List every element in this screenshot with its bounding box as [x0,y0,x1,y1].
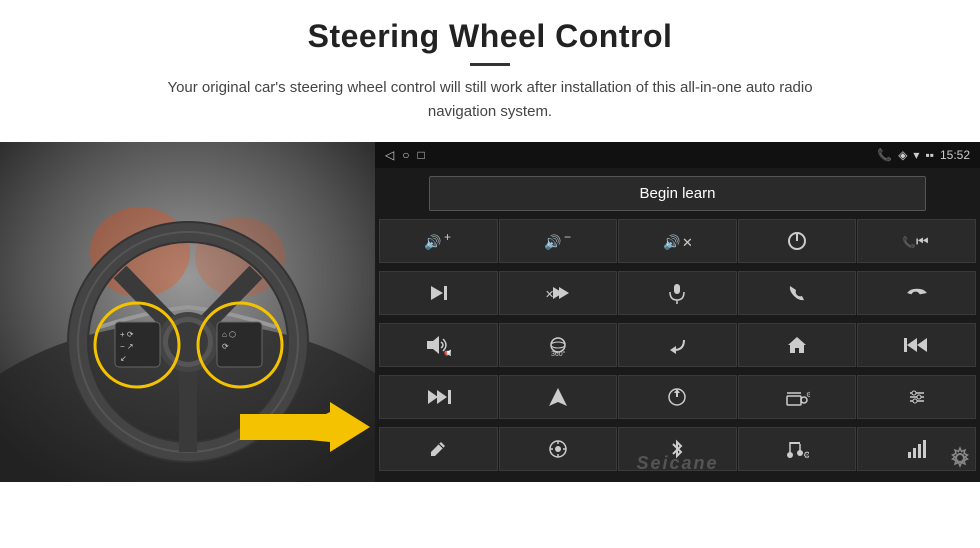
gear-icon[interactable] [948,446,972,476]
hangup-button[interactable] [857,271,976,315]
nav-button[interactable] [499,375,618,419]
svg-text:🔊: 🔊 [544,233,561,251]
speaker-button[interactable]: 📢 [379,323,498,367]
car-panel: + ⟳ − ↗ ↙ ⌂ ⬡ ⟳ [0,142,375,482]
status-right: 📞 ◈ ▾ ▪▪ 15:52 [877,148,970,162]
vol-down-button[interactable]: 🔊− [499,219,618,263]
skip-next-button[interactable] [379,271,498,315]
music-button[interactable]: ⚙ [738,427,857,471]
svg-text:⚙: ⚙ [806,391,810,399]
back-nav-icon[interactable]: ◁ [385,148,394,162]
subtitle: Your original car's steering wheel contr… [140,76,840,124]
fast-fwd-button[interactable] [379,375,498,419]
eq-button[interactable] [857,375,976,419]
svg-text:⌂ ⬡: ⌂ ⬡ [222,330,236,339]
car-steering-svg: + ⟳ − ↗ ↙ ⌂ ⬡ ⟳ [0,142,375,482]
content-row: + ⟳ − ↗ ↙ ⌂ ⬡ ⟳ [0,142,980,548]
status-bar: ◁ ○ □ 📞 ◈ ▾ ▪▪ 15:52 [375,142,980,168]
phone-prev-button[interactable]: 📞 ⏮ [857,219,976,263]
svg-text:+: + [444,231,451,244]
page-title: Steering Wheel Control [60,18,920,55]
status-left: ◁ ○ □ [385,148,425,162]
svg-text:⏮: ⏮ [916,233,929,249]
recents-nav-icon[interactable]: □ [417,148,424,162]
header-section: Steering Wheel Control Your original car… [0,0,980,134]
begin-learn-button[interactable]: Begin learn [429,176,926,211]
location-icon: ◈ [898,148,907,162]
battery-icon: ▪▪ [925,148,934,162]
bluetooth-button[interactable] [618,427,737,471]
vol-up-button[interactable]: 🔊+ [379,219,498,263]
title-divider [470,63,510,66]
page-wrapper: Steering Wheel Control Your original car… [0,0,980,548]
svg-text:−: − [564,231,571,244]
controls-grid: 🔊+ 🔊− 🔊✕ 📞 ⏮ [375,219,980,482]
svg-text:⟳: ⟳ [222,342,229,351]
mute-button[interactable]: 🔊✕ [618,219,737,263]
back-button[interactable] [618,323,737,367]
android-panel: ◁ ○ □ 📞 ◈ ▾ ▪▪ 15:52 Begin learn [375,142,980,482]
status-time: 15:52 [940,148,970,162]
begin-learn-row: Begin learn [375,168,980,219]
svg-text:📢: 📢 [444,348,451,356]
phone-icon: 📞 [877,148,892,162]
wifi-icon: ▾ [913,148,919,162]
svg-text:↙: ↙ [120,354,127,363]
svg-text:🔊: 🔊 [424,233,441,251]
power-button[interactable] [738,219,857,263]
svg-text:✕: ✕ [682,235,691,250]
home-nav-icon[interactable]: ○ [402,148,409,162]
svg-text:⚙: ⚙ [803,450,809,460]
home-button[interactable] [738,323,857,367]
settings-dial-button[interactable] [499,427,618,471]
pen-button[interactable] [379,427,498,471]
svg-text:+ ⟳: + ⟳ [120,330,134,339]
svg-text:360°: 360° [551,350,566,356]
mic-button[interactable] [618,271,737,315]
360-cam-button[interactable]: 360° [499,323,618,367]
svg-text:🔊: 🔊 [663,233,680,251]
rewind-button[interactable] [857,323,976,367]
radio-button[interactable]: ⚙ [738,375,857,419]
call-button[interactable] [738,271,857,315]
svg-text:− ↗: − ↗ [120,342,134,351]
svg-text:📞: 📞 [902,235,916,249]
eject-button[interactable] [618,375,737,419]
ff-mute-button[interactable]: ✕ [499,271,618,315]
car-image-bg: + ⟳ − ↗ ↙ ⌂ ⬡ ⟳ [0,142,375,482]
svg-text:✕: ✕ [545,289,554,301]
